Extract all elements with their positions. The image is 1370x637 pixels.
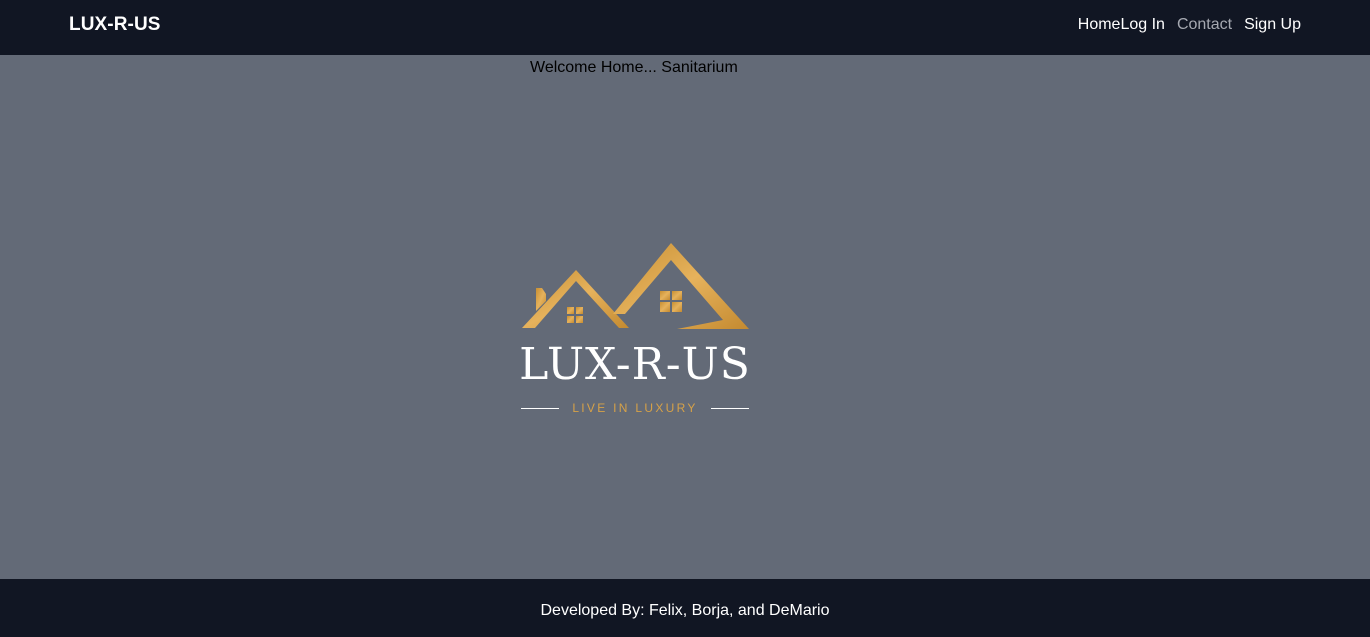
nav-link-contact[interactable]: Contact [1177,16,1232,34]
nav-link-home[interactable]: Home [1078,16,1121,34]
brand-link[interactable]: LUX-R-US [69,14,161,36]
main-content: Welcome Home... Sanitarium LUX-R-US LIVE… [0,55,1370,579]
tagline-divider-right [711,407,749,409]
welcome-text: Welcome Home... Sanitarium [530,59,738,76]
footer: Developed By: Felix, Borja, and DeMario [0,579,1370,637]
logo-title: LUX-R-US [519,339,751,390]
nav-link-signup[interactable]: Sign Up [1244,16,1301,34]
lux-r-us-logo: LUX-R-US LIVE IN LUXURY [519,243,751,419]
nav-links: Home Log In Contact Sign Up [1078,16,1301,34]
nav-link-login[interactable]: Log In [1120,16,1164,34]
tagline-divider-left [521,407,559,409]
navbar: LUX-R-US Home Log In Contact Sign Up [0,0,1370,55]
logo-tagline: LIVE IN LUXURY [572,401,698,415]
houses-roof-icon [522,243,749,329]
footer-credits: Developed By: Felix, Borja, and DeMario [540,602,830,619]
logo-tagline-row: LIVE IN LUXURY [521,400,749,416]
